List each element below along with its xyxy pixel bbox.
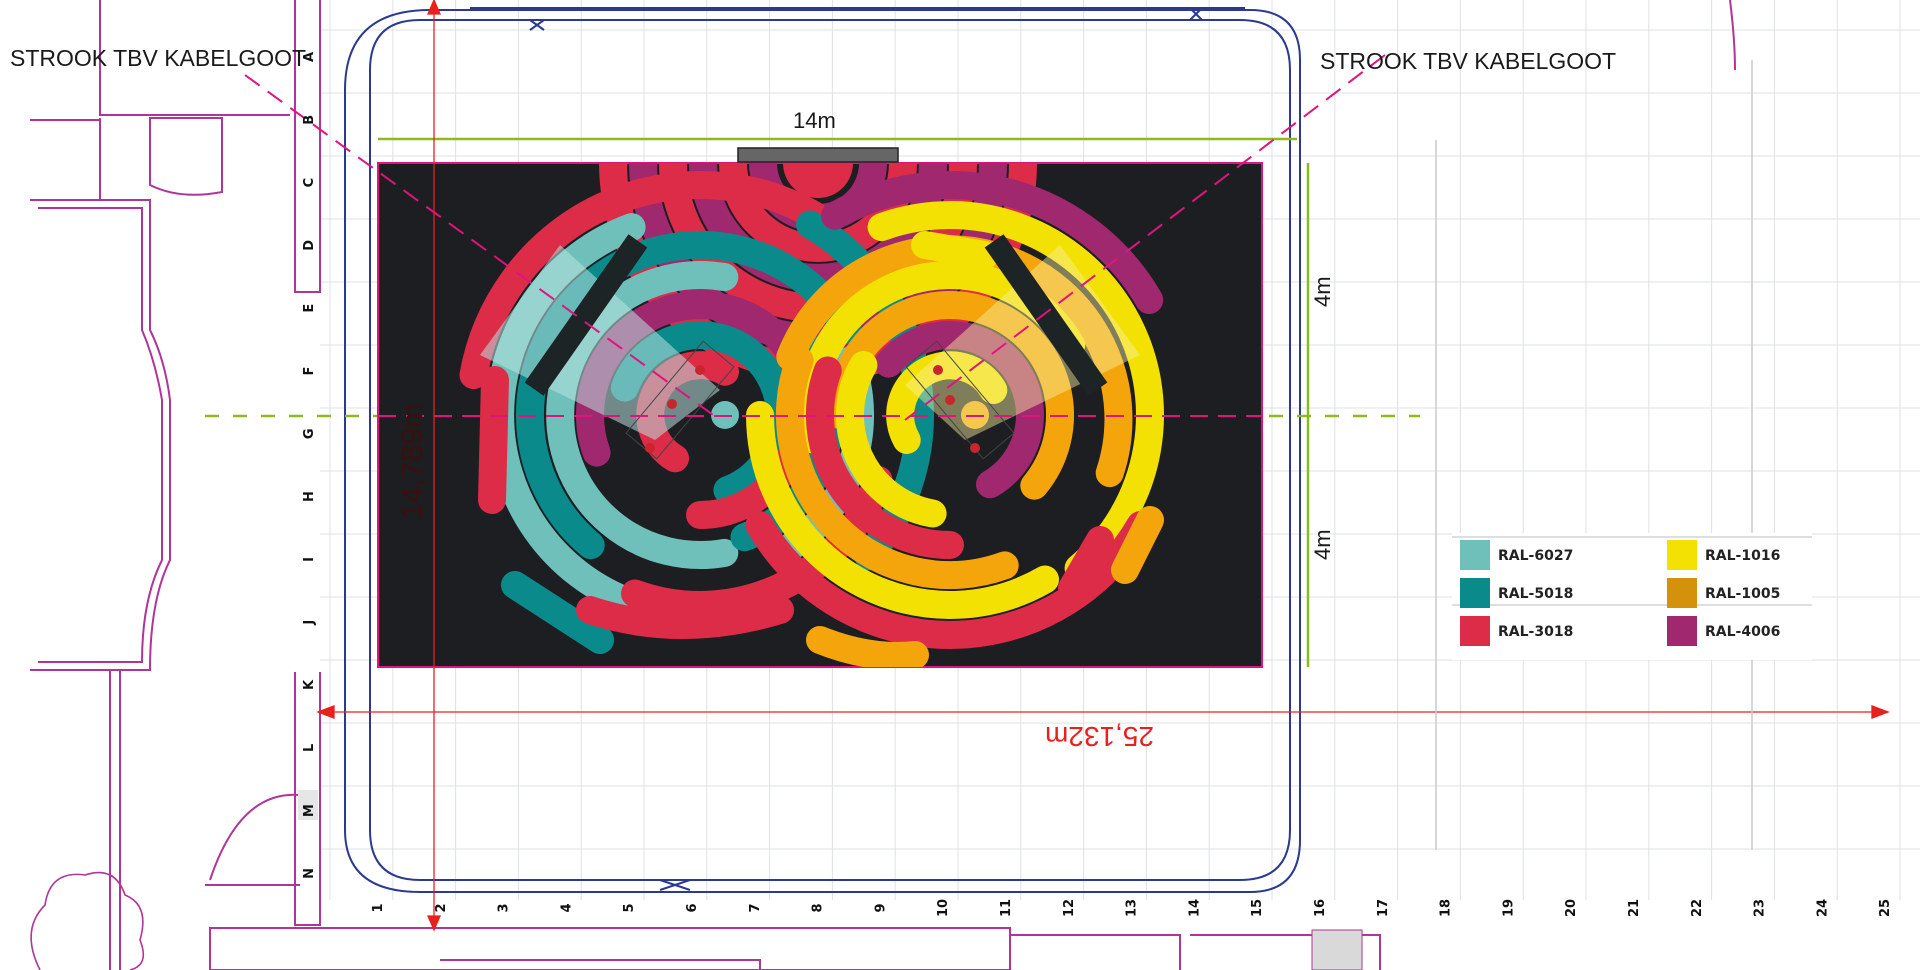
column-label: 23 [1753,899,1768,917]
column-label: 18 [1439,899,1454,917]
row-label: E [302,304,317,313]
row-label: H [302,491,317,502]
row-labels: A B C D E F G H I J K L M N [302,52,317,879]
column-label: 11 [999,899,1014,917]
column-label: 16 [1313,899,1328,917]
row-label: M [302,804,317,817]
column-label: 13 [1125,899,1140,917]
column-label: 7 [748,903,763,912]
column-label: 15 [1250,899,1265,917]
column-label: 14 [1187,899,1202,917]
column-label: 5 [622,903,637,912]
column-label: 9 [873,903,888,912]
legend-swatch [1460,578,1490,608]
legend-swatch [1667,540,1697,570]
row-label: K [302,679,317,690]
side-dimension-top-label: 4m [1310,276,1335,307]
column-label: 1 [371,903,386,912]
column-label: 19 [1501,899,1516,917]
legend-swatch [1667,616,1697,646]
row-label: B [302,115,317,125]
art-band [806,626,929,667]
legend-label: RAL-6027 [1498,548,1573,564]
column-label: 17 [1376,899,1391,917]
legend-swatch [1460,540,1490,570]
legend-swatch [1667,578,1697,608]
column-label: 4 [559,903,574,912]
column-label: 24 [1815,899,1830,917]
legend-label: RAL-1005 [1705,586,1780,602]
width-dimension-label: 25,132m [1045,721,1154,752]
column-label: 8 [811,903,826,912]
column-label: 20 [1564,899,1579,917]
art-band [478,366,509,514]
row-label: N [302,868,317,879]
row-label: I [302,557,317,562]
floor-plan-drawing: STROOK TBV KABELGOOT STROOK TBV KABELGOO… [10,0,1920,970]
row-label: G [302,428,317,439]
column-label: 2 [434,903,449,912]
column-labels: 1 2 3 4 5 6 7 8 9 10 11 12 13 14 15 16 17 18 19 20 21 22 23 24 2… [371,899,1893,917]
height-dimension-label: 14,789m [396,403,429,520]
cable-strip-label-left: STROOK TBV KABELGOOT [10,45,306,71]
column-label: 12 [1062,899,1077,917]
legend-label: RAL-4006 [1705,624,1780,640]
legend-label: RAL-1016 [1705,548,1780,564]
side-dimension-bottom-label: 4m [1310,529,1335,560]
art-band [576,596,794,639]
row-label: J [302,620,317,626]
row-label: L [302,744,317,752]
row-label: D [302,240,317,251]
top-dimension-label: 14m [793,108,836,133]
column-label: 3 [497,903,512,912]
art-band [911,231,999,269]
row-label: C [302,178,317,188]
column-label: 10 [936,899,951,917]
row-label: A [302,52,317,62]
screen-bar [737,147,899,163]
legend-label: RAL-3018 [1498,624,1573,640]
color-legend: RAL-6027 RAL-1016 RAL-5018 RAL-1005 RAL-3018… [1452,533,1812,660]
column-label: 22 [1690,899,1705,917]
legend-label: RAL-5018 [1498,586,1573,602]
column-label: 21 [1627,899,1642,917]
cable-strip-label-right: STROOK TBV KABELGOOT [1320,48,1616,74]
legend-swatch [1460,616,1490,646]
tree-symbol [30,871,145,970]
column-label: 25 [1878,899,1893,917]
column-label: 6 [685,903,700,912]
grey-column [1311,929,1363,970]
row-label: F [302,367,317,376]
